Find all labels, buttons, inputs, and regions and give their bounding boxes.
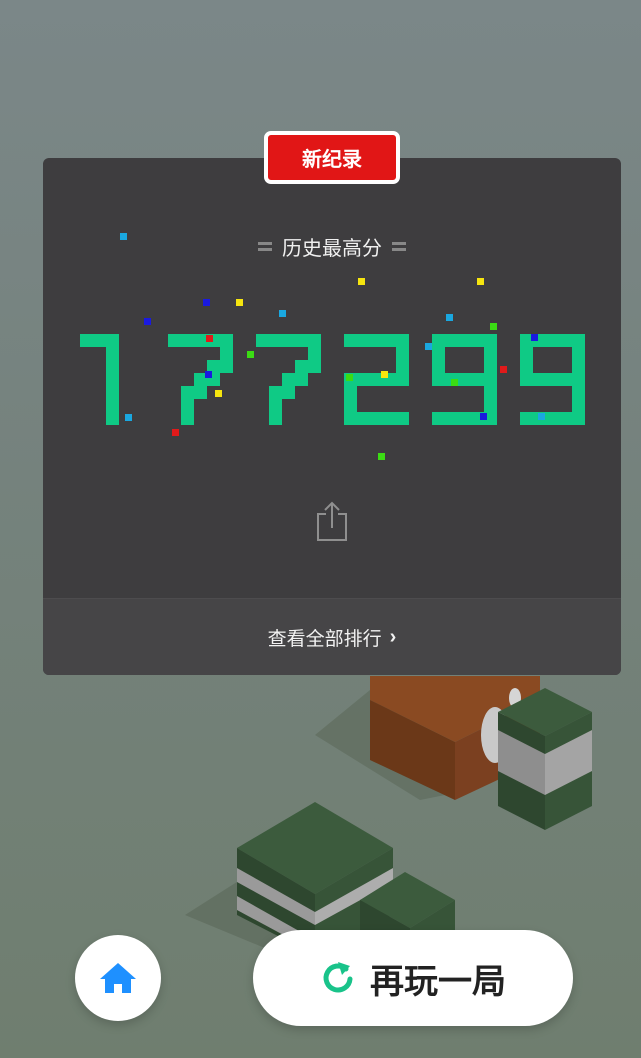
- play-again-label: 再玩一局: [370, 962, 506, 1001]
- view-all-rankings-link[interactable]: 查看全部排行 ›: [43, 598, 621, 675]
- home-button[interactable]: [75, 935, 161, 1021]
- result-card: 历史最高分 177299 查看全部排行 ›: [43, 158, 621, 675]
- replay-icon: [323, 962, 353, 993]
- share-icon[interactable]: [313, 500, 351, 542]
- home-icon: [100, 963, 136, 993]
- view-all-rankings-label: 查看全部排行: [267, 629, 382, 650]
- new-record-badge: 新纪录: [264, 131, 400, 184]
- stacked-block-right: [498, 688, 592, 830]
- chevron-right-icon: ›: [389, 626, 397, 648]
- play-again-button[interactable]: 再玩一局: [253, 930, 573, 1026]
